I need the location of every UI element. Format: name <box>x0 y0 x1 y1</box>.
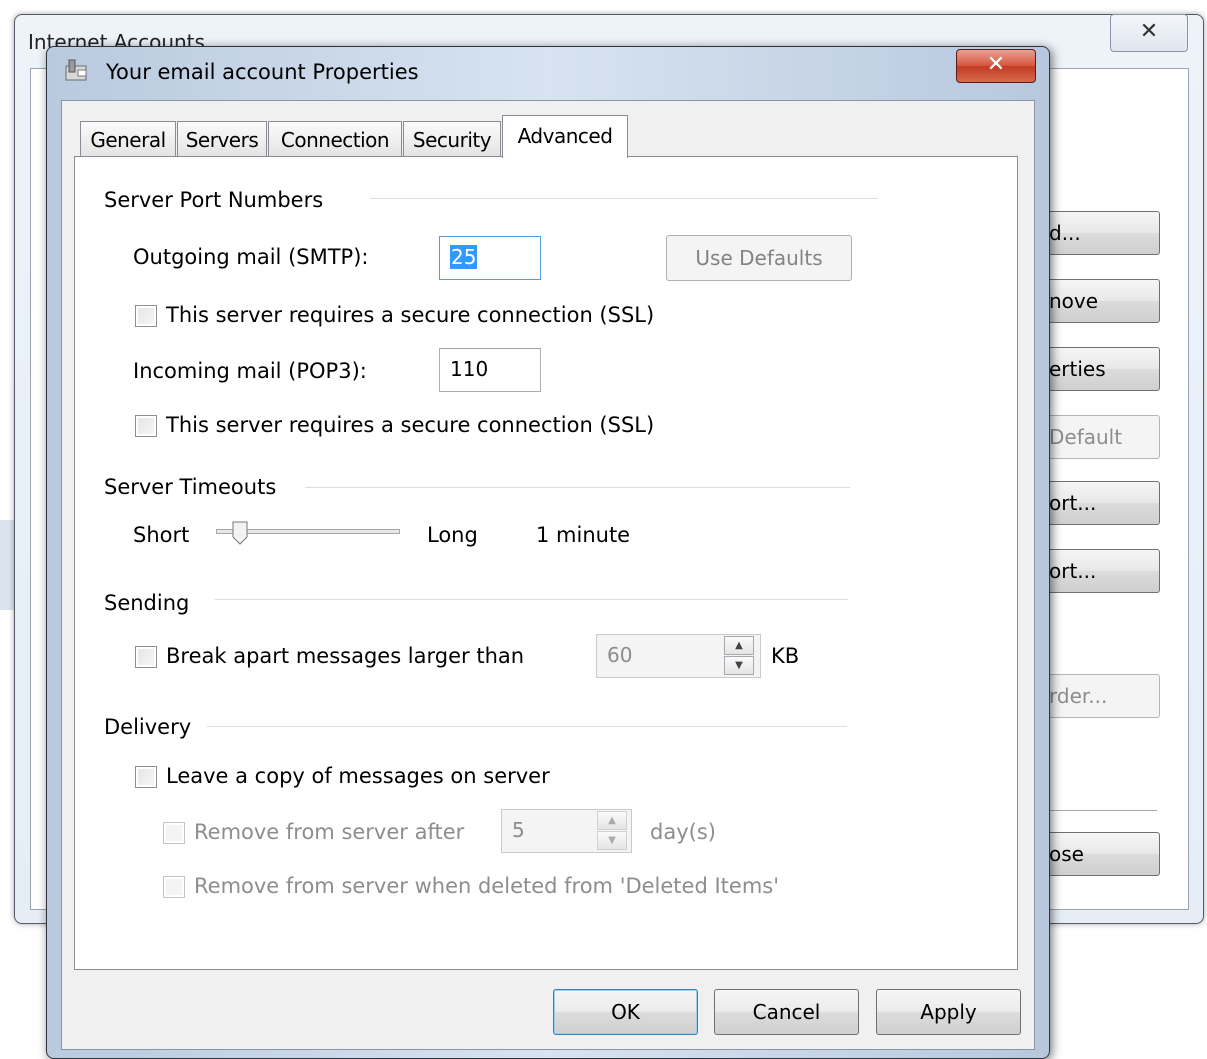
days-unit-label: day(s) <box>650 820 716 844</box>
break-apart-label: Break apart messages larger than <box>166 644 525 668</box>
mailbox-icon <box>65 59 87 81</box>
background-separator <box>1045 810 1157 811</box>
apply-button[interactable]: Apply <box>876 989 1021 1035</box>
timeout-long-label: Long <box>427 523 478 547</box>
smtp-port-input[interactable]: 25 <box>439 236 541 280</box>
dialog-title: Your email account Properties <box>106 60 419 84</box>
timeouts-divider <box>305 487 850 489</box>
pop3-ssl-label: This server requires a secure connection… <box>166 413 655 437</box>
tab-security[interactable]: Security <box>403 121 501 157</box>
spin-up-icon[interactable]: ▲ <box>597 811 627 830</box>
spin-down-icon[interactable]: ▼ <box>597 831 627 850</box>
delivery-divider <box>207 726 847 728</box>
smtp-ssl-label: This server requires a secure connection… <box>166 303 655 327</box>
ok-button[interactable]: OK <box>553 989 698 1035</box>
remove-after-checkbox[interactable] <box>163 822 185 844</box>
sending-divider <box>215 599 848 601</box>
timeout-value: 1 minute <box>536 523 631 547</box>
dialog-close-button[interactable]: ✕ <box>956 49 1036 83</box>
leave-copy-checkbox[interactable] <box>135 766 157 788</box>
timeout-slider-thumb[interactable] <box>232 521 248 545</box>
remove-after-label: Remove from server after <box>194 820 465 844</box>
smtp-port-label: Outgoing mail (SMTP): <box>133 245 369 269</box>
remove-deleted-checkbox[interactable] <box>163 876 185 898</box>
smtp-port-value: 25 <box>450 245 478 269</box>
break-apart-checkbox[interactable] <box>135 646 157 668</box>
spin-up-icon[interactable]: ▲ <box>724 636 754 655</box>
tab-advanced[interactable]: Advanced <box>502 115 628 158</box>
pop3-ssl-checkbox[interactable] <box>135 415 157 437</box>
tab-general[interactable]: General <box>80 121 176 157</box>
background-edge <box>0 520 14 610</box>
cancel-button[interactable]: Cancel <box>714 989 859 1035</box>
server-port-numbers-heading: Server Port Numbers <box>104 188 324 212</box>
tab-connection[interactable]: Connection <box>268 121 402 157</box>
pop3-port-label: Incoming mail (POP3): <box>133 359 367 383</box>
delivery-heading: Delivery <box>104 715 192 739</box>
smtp-ssl-checkbox[interactable] <box>135 305 157 327</box>
spin-down-icon[interactable]: ▼ <box>724 656 754 675</box>
tab-servers[interactable]: Servers <box>177 121 267 157</box>
timeout-short-label: Short <box>133 523 190 547</box>
break-size-spinner[interactable]: ▲ ▼ <box>724 636 758 676</box>
server-timeouts-heading: Server Timeouts <box>104 475 277 499</box>
internet-accounts-close-button[interactable]: ✕ <box>1110 14 1188 52</box>
sending-heading: Sending <box>104 591 190 615</box>
remove-deleted-label: Remove from server when deleted from 'De… <box>194 874 779 898</box>
remove-days-spinner[interactable]: ▲ ▼ <box>597 811 631 851</box>
size-unit-label: KB <box>771 644 800 668</box>
ports-divider <box>370 198 878 200</box>
leave-copy-label: Leave a copy of messages on server <box>166 764 550 788</box>
pop3-port-input[interactable]: 110 <box>439 348 541 392</box>
use-defaults-button[interactable]: Use Defaults <box>666 235 852 281</box>
